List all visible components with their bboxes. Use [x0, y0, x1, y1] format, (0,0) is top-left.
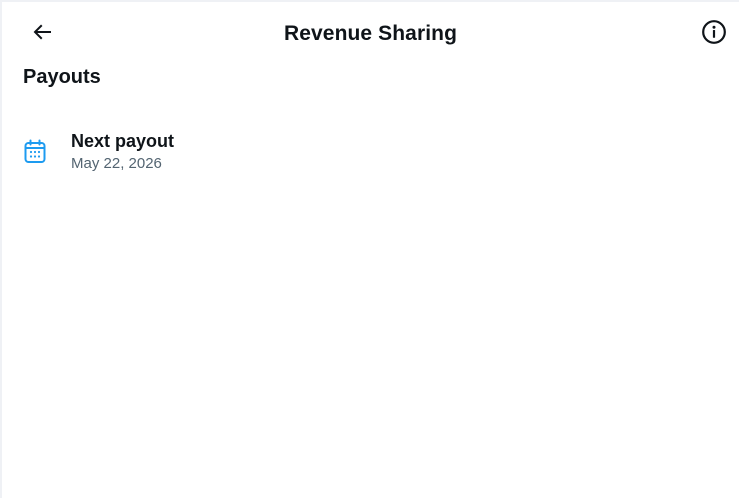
page-title: Revenue Sharing — [283, 22, 458, 45]
payout-date: May 22, 2026 — [71, 155, 162, 172]
next-payout-row[interactable]: Next payout May 22, 2026 — [2, 120, 739, 186]
payout-label: Next payout — [71, 131, 175, 151]
info-circle-icon — [701, 19, 727, 50]
info-button[interactable] — [697, 17, 731, 51]
revenue-sharing-page: Revenue Sharing Payouts Next payout May … — [0, 0, 739, 498]
calendar-icon — [23, 139, 47, 165]
header: Revenue Sharing — [2, 2, 739, 64]
section-title-payouts: Payouts — [23, 66, 101, 88]
payout-text: Next payout May 22, 2026 — [71, 130, 174, 173]
